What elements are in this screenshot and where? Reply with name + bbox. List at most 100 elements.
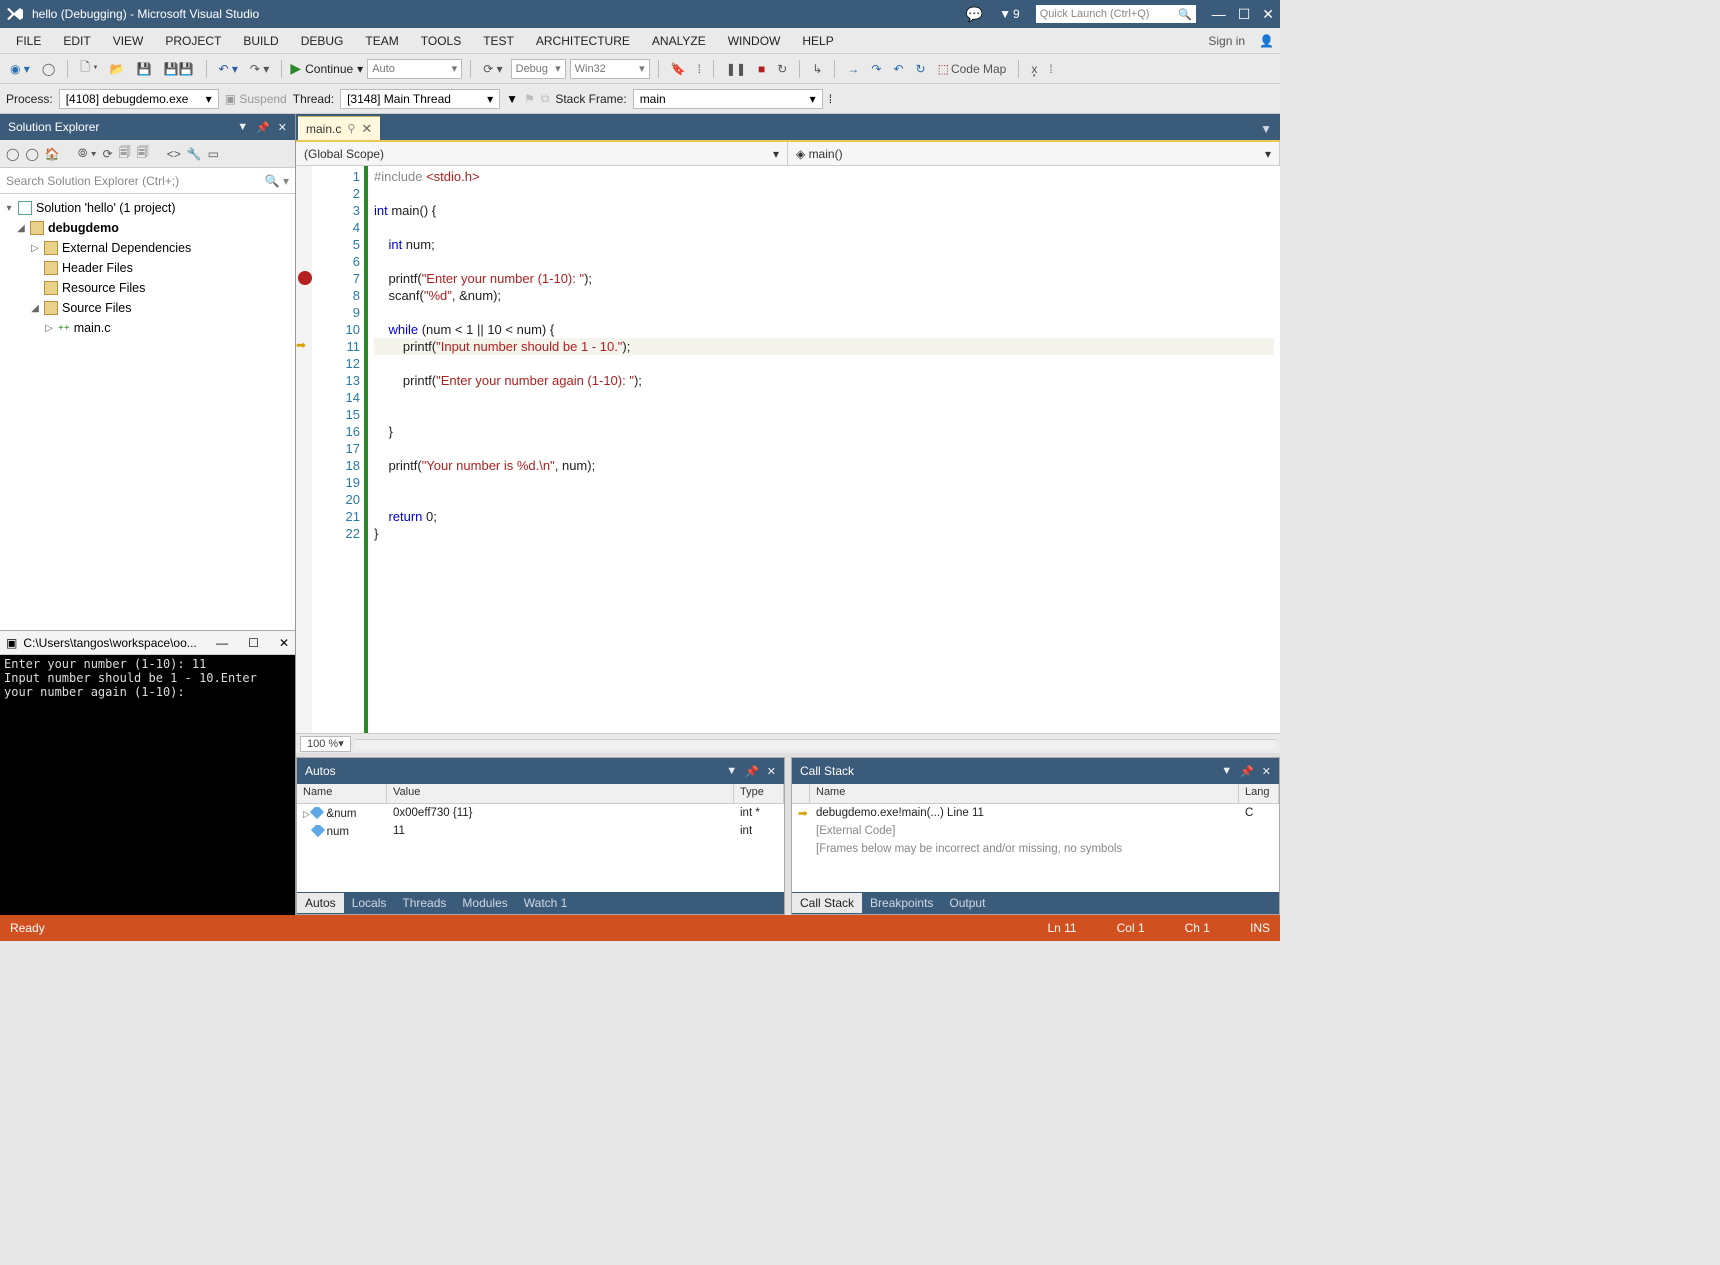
restart-button[interactable]: ↻ (773, 60, 791, 78)
code-line[interactable]: } (374, 423, 1274, 440)
scope-right-select[interactable]: ◈ main()▾ (788, 142, 1280, 165)
code-line[interactable]: printf("Input number should be 1 - 10.")… (374, 338, 1274, 355)
folder-source[interactable]: Source Files (62, 301, 131, 315)
thread-select[interactable]: [3148] Main Thread▾ (340, 89, 500, 109)
code-line[interactable] (374, 491, 1274, 508)
pin-icon[interactable]: ⚲ (347, 122, 355, 135)
line-number[interactable]: 14 (316, 389, 364, 406)
thread-flag-icon[interactable]: ⚑ (524, 92, 535, 106)
close-tab-icon[interactable]: ✕ (361, 121, 372, 137)
save-button[interactable]: 💾 (133, 60, 156, 78)
bottom-tab-modules[interactable]: Modules (454, 893, 515, 913)
console-output[interactable]: Enter your number (1-10): 11 Input numbe… (0, 655, 295, 915)
editor-tab-main-c[interactable]: main.c ⚲ ✕ (298, 116, 380, 140)
bottom-tab-breakpoints[interactable]: Breakpoints (862, 893, 941, 913)
panel-dropdown-icon[interactable]: ▼ (726, 765, 737, 777)
hex-button[interactable]: x͓ (1027, 60, 1041, 78)
suspend-button[interactable]: ▣ Suspend (225, 92, 287, 106)
col-value[interactable]: Value (387, 784, 734, 803)
line-number[interactable]: 15 (316, 406, 364, 423)
collapse-icon[interactable]: ◢ (30, 303, 40, 314)
menu-architecture[interactable]: ARCHITECTURE (526, 31, 640, 51)
panel-pin-icon[interactable]: 📌 (256, 121, 270, 134)
line-number[interactable]: 5 (316, 236, 364, 253)
scope-left-select[interactable]: (Global Scope)▾ (296, 142, 788, 165)
line-number[interactable]: 9 (316, 304, 364, 321)
step-back-button[interactable]: ↻ (912, 60, 930, 78)
editor-tab-dropdown[interactable]: ▼ (1252, 118, 1280, 140)
solexp-collapse-icon[interactable]: 🗐 (137, 143, 149, 164)
browser-refresh-button[interactable]: ⟳ ▾ (479, 60, 506, 78)
collapse-icon[interactable]: ◢ (16, 223, 26, 234)
line-number[interactable]: 8 (316, 287, 364, 304)
code-line[interactable] (374, 355, 1274, 372)
process-select[interactable]: [4108] debugdemo.exe▾ (59, 89, 219, 109)
solexp-scope-icon[interactable]: ⦾ ▾ (78, 146, 97, 161)
line-number[interactable]: 6 (316, 253, 364, 270)
thread-frames-icon[interactable]: ⧉ (541, 91, 550, 106)
solution-node[interactable]: Solution 'hello' (1 project) (36, 201, 176, 215)
code-line[interactable]: int main() { (374, 202, 1274, 219)
panel-pin-icon[interactable]: 📌 (745, 765, 759, 778)
code-line[interactable] (374, 219, 1274, 236)
code-line[interactable]: int num; (374, 236, 1274, 253)
line-number[interactable]: 1 (316, 168, 364, 185)
solexp-properties-icon[interactable]: 🔧 (187, 147, 202, 161)
step-out-button[interactable]: ↶ (889, 60, 907, 78)
line-number[interactable]: 13 (316, 372, 364, 389)
horizontal-scrollbar[interactable] (355, 739, 1276, 749)
nav-back-button[interactable]: ◉ ▾ (6, 60, 34, 78)
code-line[interactable]: printf("Your number is %d.\n", num); (374, 457, 1274, 474)
bottom-tab-threads[interactable]: Threads (394, 893, 454, 913)
panel-dropdown-icon[interactable]: ▼ (1221, 765, 1232, 777)
code-line[interactable] (374, 253, 1274, 270)
notifications-flag-icon[interactable]: ▼9 (999, 7, 1020, 21)
launch-target-select[interactable]: Auto▾ (367, 59, 462, 79)
bottom-tab-call-stack[interactable]: Call Stack (792, 893, 862, 913)
nav-forward-button[interactable]: ◯ (38, 60, 59, 78)
bottom-tab-locals[interactable]: Locals (344, 893, 395, 913)
save-all-button[interactable]: 💾💾 (160, 60, 198, 78)
panel-close-icon[interactable]: ✕ (1262, 765, 1271, 778)
toolbar-overflow-2[interactable]: ⁞ (1045, 60, 1056, 78)
stop-button[interactable]: ■ (754, 60, 769, 78)
code-line[interactable]: while (num < 1 || 10 < num) { (374, 321, 1274, 338)
menu-help[interactable]: HELP (792, 31, 843, 51)
show-next-statement-button[interactable]: ↳ (808, 60, 826, 78)
maximize-button[interactable]: ☐ (1238, 6, 1251, 23)
line-number[interactable]: 18 (316, 457, 364, 474)
solexp-sync-icon[interactable]: 🗐 (119, 143, 131, 164)
find-button[interactable]: 🔖 (667, 60, 690, 78)
config-select[interactable]: Debug▾ (511, 59, 566, 79)
bottom-tab-watch-1[interactable]: Watch 1 (516, 893, 576, 913)
user-icon[interactable]: 👤 (1259, 34, 1274, 48)
menu-file[interactable]: FILE (6, 31, 51, 51)
folder-headers[interactable]: Header Files (62, 261, 133, 275)
console-maximize-button[interactable]: ☐ (248, 636, 259, 650)
menu-debug[interactable]: DEBUG (291, 31, 354, 51)
line-number[interactable]: 20 (316, 491, 364, 508)
solexp-preview-icon[interactable]: ▭ (208, 147, 219, 161)
undo-button[interactable]: ↶ ▾ (215, 60, 242, 78)
solexp-fwd-icon[interactable]: ◯ (25, 147, 38, 161)
expand-icon[interactable]: ▷ (30, 243, 40, 254)
solution-explorer-search[interactable]: Search Solution Explorer (Ctrl+;) 🔍 ▾ (0, 168, 295, 194)
solexp-home-icon[interactable]: 🏠 (45, 147, 60, 161)
callstack-row[interactable]: ➡debugdemo.exe!main(...) Line 11C (792, 804, 1279, 822)
solexp-showall-icon[interactable]: <> (167, 147, 181, 161)
solexp-refresh-icon[interactable]: ⟳ (103, 147, 113, 161)
step-over-button[interactable]: ↷ (867, 60, 885, 78)
line-number[interactable]: 17 (316, 440, 364, 457)
code-line[interactable]: printf("Enter your number (1-10): "); (374, 270, 1274, 287)
console-close-button[interactable]: ✕ (279, 636, 289, 650)
line-number[interactable]: 11 (316, 338, 364, 355)
panel-dropdown-icon[interactable]: ▼ (237, 121, 248, 133)
collapse-icon[interactable]: ▾ (4, 203, 14, 214)
menu-window[interactable]: WINDOW (718, 31, 791, 51)
continue-button[interactable]: ▶Continue ▾ (290, 60, 363, 77)
menu-build[interactable]: BUILD (233, 31, 288, 51)
code-line[interactable]: #include <stdio.h> (374, 168, 1274, 185)
bottom-tab-autos[interactable]: Autos (297, 893, 344, 913)
line-number[interactable]: 10 (316, 321, 364, 338)
step-into-button[interactable]: → (843, 60, 863, 78)
